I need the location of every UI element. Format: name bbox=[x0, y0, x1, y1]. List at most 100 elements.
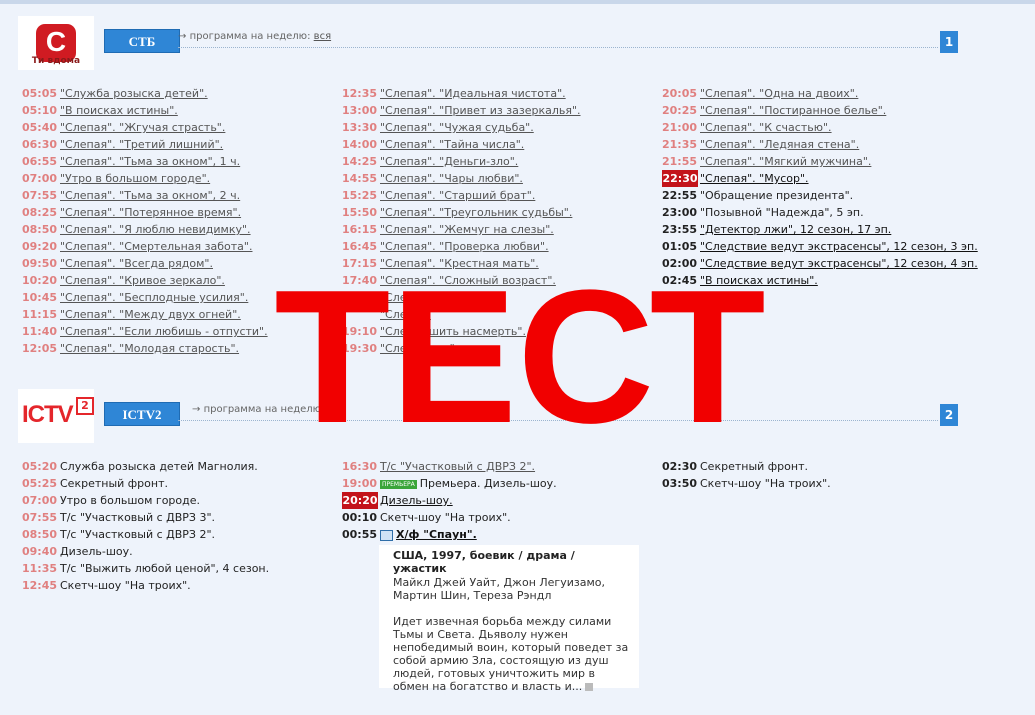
ictv2-logo[interactable]: ICTV 2 bbox=[18, 389, 94, 443]
schedule-row: 14:55 "Слепая". "Чары любви". bbox=[342, 170, 581, 187]
schedule-time: 20:25 bbox=[662, 104, 698, 117]
schedule-row: 05:20 Служба розыска детей Магнолия. bbox=[22, 458, 269, 475]
program-title[interactable]: "Слепая". "Бесплодные усилия". bbox=[60, 291, 248, 304]
program-title[interactable]: "Слепая". "Сложный возраст". bbox=[380, 274, 556, 287]
schedule-row: 20:05 "Слепая". "Одна на двоих". bbox=[662, 85, 978, 102]
schedule-time: 07:55 bbox=[22, 189, 58, 202]
program-title[interactable]: "Слепая". "Старший брат". bbox=[380, 189, 535, 202]
program-title[interactable]: "Сле bbox=[380, 291, 407, 304]
schedule-time: 08:25 bbox=[22, 206, 58, 219]
program-title[interactable]: Т/с "Участковый с ДВРЗ 2". bbox=[380, 460, 535, 473]
program-title[interactable]: "Слепая". "Тайна числа". bbox=[380, 138, 524, 151]
schedule-row: 19:00 ПРЕМЬЕРА Премьера. Дизель-шоу. bbox=[342, 475, 557, 492]
program-title[interactable]: "Слепая". "Между двух огней". bbox=[60, 308, 241, 321]
schedule-row: 07:55 "Слепая". "Тьма за окном", 2 ч. bbox=[22, 187, 268, 204]
program-title[interactable]: "Слепая". "Крестная мать". bbox=[380, 257, 539, 270]
program-title[interactable]: "Слепая". "Потерянное время". bbox=[60, 206, 241, 219]
premiere-badge: ПРЕМЬЕРА bbox=[380, 479, 417, 489]
program-title[interactable]: "Слепая". "Тьма за окном", 1 ч. bbox=[60, 155, 240, 168]
channel-button-stb[interactable]: СТБ bbox=[104, 29, 180, 53]
schedule-time: 13:00 bbox=[342, 104, 378, 117]
schedule-time: 11:40 bbox=[22, 325, 58, 338]
schedule-row: 21:55 "Слепая". "Мягкий мужчина". bbox=[662, 153, 978, 170]
schedule-time: 05:20 bbox=[22, 460, 58, 473]
schedule-time: 09:50 bbox=[22, 257, 58, 270]
program-title[interactable]: "Слепая". "Тьма за окном", 2 ч. bbox=[60, 189, 240, 202]
stb-schedule-col3: 20:05 "Слепая". "Одна на двоих". 20:25 "Сле… bbox=[662, 85, 978, 289]
program-title[interactable]: "Слепая". "Деньги-зло". bbox=[380, 155, 518, 168]
schedule-time: 07:55 bbox=[22, 511, 58, 524]
program-title[interactable]: "Слепая". "Если любишь - отпусти". bbox=[60, 325, 268, 338]
stb-logo[interactable]: C Ти вдома bbox=[18, 16, 94, 70]
program-title[interactable]: "Слепая". "Молодая старость". bbox=[60, 342, 239, 355]
program-title[interactable]: "Слепая". "Привет из зазеркалья". bbox=[380, 104, 581, 117]
ictv-logo-text: ICTV bbox=[22, 401, 74, 428]
schedule-row: 13:30 "Слепая". "Чужая судьба". bbox=[342, 119, 581, 136]
schedule-time: 09:40 bbox=[22, 545, 58, 558]
program-title[interactable]: "Слепая". "Жгучая страсть". bbox=[60, 121, 225, 134]
schedule-row: 05:05 "Служба розыска детей". bbox=[22, 85, 268, 102]
schedule-time: 19:00 bbox=[342, 477, 378, 490]
schedule-time: 05:25 bbox=[22, 477, 58, 490]
schedule-time: 12:45 bbox=[22, 579, 58, 592]
program-title[interactable]: "Следствие ведут экстрасенсы", 12 сезон,… bbox=[700, 257, 978, 270]
program-title[interactable]: "Слепая". "Жемчуг на слезы". bbox=[380, 223, 554, 236]
program-title[interactable]: "В поисках истины". bbox=[60, 104, 178, 117]
program-title[interactable]: Дизель-шоу. bbox=[380, 494, 453, 507]
program-title[interactable]: "Слепая". "Ледяная стена". bbox=[700, 138, 859, 151]
schedule-row: 14:00 "Слепая". "Тайна числа". bbox=[342, 136, 581, 153]
program-title[interactable]: "Слепая". "Мусор". bbox=[700, 172, 809, 185]
program-title: Секретный фронт. bbox=[60, 477, 168, 490]
channel-header-stb: C Ти вдома СТБ → программа на неделю: вс… bbox=[18, 16, 958, 72]
program-title[interactable]: "Сле "Зашить насмерть". bbox=[380, 325, 526, 338]
schedule-time: 08:50 bbox=[22, 223, 58, 236]
program-title[interactable]: "Служба розыска детей". bbox=[60, 87, 208, 100]
top-border bbox=[0, 0, 1035, 4]
program-title[interactable]: "Следствие ведут экстрасенсы", 12 сезон,… bbox=[700, 240, 978, 253]
program-title[interactable]: "Слепая". "Кривое зеркало". bbox=[60, 274, 225, 287]
schedule-row: 07:00 "Утро в большом городе". bbox=[22, 170, 268, 187]
schedule-row: 14:25 "Слепая". "Деньги-зло". bbox=[342, 153, 581, 170]
schedule-row: 05:10 "В поисках истины". bbox=[22, 102, 268, 119]
week-all-link[interactable]: вся bbox=[314, 31, 331, 42]
program-title[interactable]: "Детектор лжи", 12 сезон, 17 эп. bbox=[700, 223, 891, 236]
schedule-row: 19:30 "Сле а фата". bbox=[342, 340, 581, 357]
program-title[interactable]: "Слепая". "Третий лишний". bbox=[60, 138, 223, 151]
program-title[interactable]: "Слепая". "Постиранное белье". bbox=[700, 104, 886, 117]
program-title[interactable]: "Слепая". "Проверка любви". bbox=[380, 240, 549, 253]
program-title[interactable]: "Слепая". "Я люблю невидимку". bbox=[60, 223, 251, 236]
program-title[interactable]: "Слепая". "Чужая судьба". bbox=[380, 121, 534, 134]
program-title[interactable]: "Утро в большом городе". bbox=[60, 172, 210, 185]
program-title[interactable]: "Слепая". "Мягкий мужчина". bbox=[700, 155, 871, 168]
program-title: Т/с "Выжить любой ценой", 4 сезон. bbox=[60, 562, 270, 575]
channel-button-ictv2[interactable]: ICTV2 bbox=[104, 402, 180, 426]
schedule-row: 17:40 "Слепая". "Сложный возраст". bbox=[342, 272, 581, 289]
program-title: Секретный фронт. bbox=[700, 460, 808, 473]
schedule-row: 21:35 "Слепая". "Ледяная стена". bbox=[662, 136, 978, 153]
schedule-time: 14:55 bbox=[342, 172, 378, 185]
film-info-header: США, 1997, боевик / драма / ужастик bbox=[393, 549, 575, 575]
schedule-row: 02:30 Секретный фронт. bbox=[662, 458, 831, 475]
more-icon[interactable] bbox=[585, 683, 594, 691]
program-title[interactable]: "Слепая". "К счастью". bbox=[700, 121, 832, 134]
schedule-row: 02:45 "В поисках истины". bbox=[662, 272, 978, 289]
schedule-row: 09:50 "Слепая". "Всегда рядом". bbox=[22, 255, 268, 272]
program-title[interactable]: Х/ф "Спаун". bbox=[396, 528, 477, 541]
program-title[interactable]: "Сле уг". bbox=[380, 308, 431, 321]
program-title: Утро в большом городе. bbox=[60, 494, 201, 507]
program-title[interactable]: "Слепая". "Одна на двоих". bbox=[700, 87, 858, 100]
program-title: Т/с "Участковый с ДВРЗ 3". bbox=[60, 511, 216, 524]
schedule-row: 11:15 "Слепая". "Между двух огней". bbox=[22, 306, 268, 323]
program-title[interactable]: "В поисках истины". bbox=[700, 274, 818, 287]
week-schedule-label: → программа на неделю: вся bbox=[178, 31, 332, 42]
program-title[interactable]: "Слепая". "Идеальная чистота". bbox=[380, 87, 566, 100]
program-title[interactable]: "Слепая". "Всегда рядом". bbox=[60, 257, 213, 270]
schedule-row: 12:05 "Слепая". "Молодая старость". bbox=[22, 340, 268, 357]
program-title[interactable]: "Слепая". "Смертельная забота". bbox=[60, 240, 252, 253]
schedule-row: 08:25 "Слепая". "Потерянное время". bbox=[22, 204, 268, 221]
schedule-time: 10:45 bbox=[22, 291, 58, 304]
film-info-description: Идет извечная борьба между силами Тьмы и… bbox=[393, 615, 629, 693]
program-title[interactable]: "Слепая". "Чары любви". bbox=[380, 172, 523, 185]
program-title[interactable]: "Слепая". "Треугольник судьбы". bbox=[380, 206, 572, 219]
program-title[interactable]: "Сле а фата". bbox=[380, 342, 458, 355]
